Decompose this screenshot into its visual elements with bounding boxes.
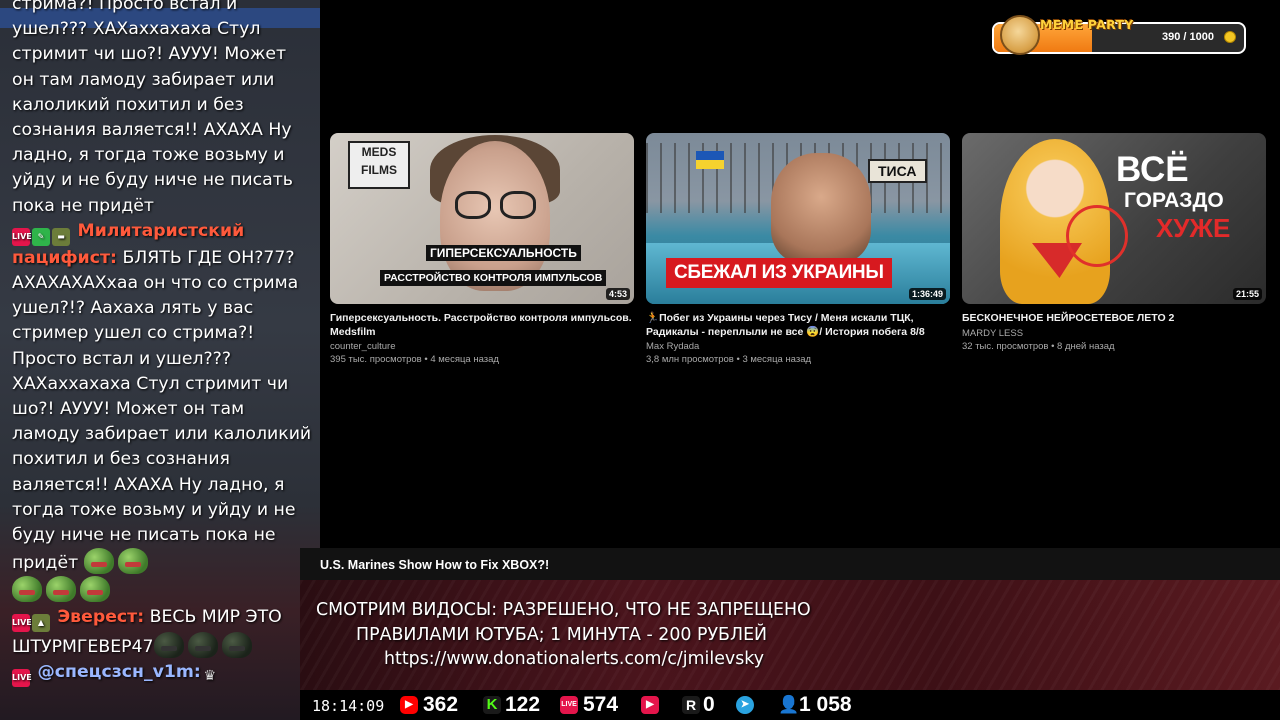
now-playing-title[interactable]: U.S. Marines Show How to Fix XBOX?! bbox=[320, 558, 549, 572]
thumb-caption: ХУЖЕ bbox=[1156, 213, 1231, 243]
helmet-badge-icon: ▲ bbox=[32, 613, 50, 632]
thumb-caption: ГОРАЗДО bbox=[1124, 189, 1224, 212]
video-card[interactable]: ТИСА СБЕЖАЛ ИЗ УКРАИНЫ 1:36:49 🏃Побег из… bbox=[646, 133, 950, 365]
tank-badge-icon: ▬ bbox=[52, 227, 70, 246]
ukraine-flag-icon bbox=[696, 151, 724, 169]
video-duration: 1:36:49 bbox=[908, 288, 946, 300]
meme-party-value: 390 / 1000 bbox=[1162, 31, 1214, 43]
dark-pepe-emote-icon bbox=[187, 631, 218, 658]
chat-message: стрима?! Просто встал и ушел??? ХАХаххах… bbox=[12, 0, 312, 219]
viewers-icon: 👤 bbox=[778, 695, 800, 714]
video-title[interactable]: 🏃Побег из Украины через Тису / Меня иска… bbox=[646, 312, 950, 339]
thumb-art bbox=[440, 141, 550, 291]
thumb-caption: ТИСА bbox=[868, 159, 927, 183]
video-thumbnail[interactable]: ВСЁ ГОРАЗДО ХУЖЕ 21:55 bbox=[962, 133, 1266, 304]
kick-viewers: 122 bbox=[505, 693, 541, 716]
video-meta: 3,8 млн просмотров • 3 месяца назад bbox=[646, 354, 812, 365]
vk-live-icon: LIVE bbox=[560, 696, 578, 714]
live-badge-icon: LIVE bbox=[12, 227, 32, 246]
donation-link[interactable]: https://www.donationalerts.com/c/jmilevs… bbox=[384, 649, 764, 669]
thumb-caption: СБЕЖАЛ ИЗ УКРАИНЫ bbox=[666, 258, 892, 288]
meme-party-title: MEME PARTY bbox=[1040, 17, 1134, 32]
dark-pepe-emote-icon bbox=[221, 631, 252, 658]
live-badge-icon: LIVE bbox=[12, 613, 32, 632]
chat-messages: стрима?! Просто встал и ушел??? ХАХаххах… bbox=[12, 0, 312, 687]
video-meta: 395 тыс. просмотров • 4 месяца назад bbox=[330, 354, 499, 365]
video-channel[interactable]: MARDY LESS bbox=[962, 328, 1266, 339]
video-title[interactable]: Гиперсексуальность. Расстройство контрол… bbox=[330, 312, 634, 339]
vk-viewers: 574 bbox=[583, 693, 619, 716]
medsfilms-logo: MEDS FILMS bbox=[348, 141, 410, 189]
rutube-play-icon: ▶ bbox=[641, 696, 659, 714]
video-card[interactable]: MEDS FILMS ГИПЕРСЕКСУАЛЬНОСТЬ РАССТРОЙСТ… bbox=[330, 133, 634, 365]
pepe-emote-icon bbox=[117, 548, 148, 575]
video-duration: 21:55 bbox=[1232, 288, 1262, 300]
crown-badge-icon: ♛ bbox=[203, 667, 217, 684]
thumb-art bbox=[500, 191, 536, 219]
pepe-emote-icon bbox=[80, 576, 110, 603]
pepe-emote-icon bbox=[12, 576, 42, 603]
pen-badge-icon: ✎ bbox=[32, 227, 50, 246]
video-meta: 32 тыс. просмотров • 8 дней назад bbox=[962, 340, 1115, 352]
pepe-emote-icon bbox=[46, 576, 76, 603]
video-card[interactable]: ВСЁ ГОРАЗДО ХУЖЕ 21:55 БЕСКОНЕЧНОЕ НЕЙРО… bbox=[962, 133, 1266, 352]
rules-line: ПРАВИЛАМИ ЮТУБА; 1 МИНУТА - 200 РУБЛЕЙ bbox=[356, 625, 768, 645]
thumb-art bbox=[1066, 205, 1128, 267]
video-thumbnail[interactable]: MEDS FILMS ГИПЕРСЕКСУАЛЬНОСТЬ РАССТРОЙСТ… bbox=[330, 133, 634, 304]
thumb-art bbox=[771, 153, 871, 263]
video-duration: 4:53 bbox=[605, 288, 630, 300]
chat-message-text: стрима?! Просто встал и ушел??? ХАХаххах… bbox=[12, 0, 293, 216]
thumb-caption: РАССТРОЙСТВО КОНТРОЛЯ ИМПУЛЬСОВ bbox=[380, 270, 607, 286]
youtube-viewers: 362 bbox=[423, 693, 459, 716]
pepe-emote-icon bbox=[83, 548, 114, 575]
thumb-caption: ВСЁ bbox=[1116, 150, 1189, 189]
doge-icon bbox=[1000, 15, 1040, 55]
kick-icon: K bbox=[483, 696, 501, 714]
rutube-viewers: 0 bbox=[703, 693, 715, 716]
live-badge-icon: LIVE bbox=[12, 668, 32, 687]
thumb-art bbox=[455, 191, 491, 219]
total-viewers: 1 058 bbox=[799, 693, 852, 716]
rutube-icon: R bbox=[682, 696, 700, 714]
chat-panel: стрима?! Просто встал и ушел??? ХАХаххах… bbox=[0, 0, 320, 720]
youtube-icon: ▶ bbox=[400, 696, 418, 714]
video-channel[interactable]: Max Rydada bbox=[646, 341, 950, 352]
thumb-caption: ГИПЕРСЕКСУАЛЬНОСТЬ bbox=[426, 245, 581, 261]
chat-username[interactable]: @спецсзсн_v1m: bbox=[38, 662, 201, 682]
chat-message: LIVE ▲ Эверест: ВЕСЬ МИР ЭТО ШТУРМГЕВЕР47 bbox=[12, 605, 312, 660]
video-channel[interactable]: counter_culture bbox=[330, 341, 634, 352]
stream-clock: 18:14:09 bbox=[312, 697, 385, 715]
video-thumbnail[interactable]: ТИСА СБЕЖАЛ ИЗ УКРАИНЫ 1:36:49 bbox=[646, 133, 950, 304]
coin-icon bbox=[1224, 31, 1236, 43]
chat-message: LIVE @спецсзсн_v1m: ♛ bbox=[12, 660, 312, 687]
dark-pepe-emote-icon bbox=[153, 631, 184, 658]
telegram-icon: ➤ bbox=[736, 696, 754, 714]
chat-message: LIVE ✎ ▬ Милитаристский пацифист: БЛЯТЬ ГД… bbox=[12, 219, 312, 605]
chat-username[interactable]: Эверест: bbox=[58, 607, 145, 627]
chat-message-text: БЛЯТЬ ГДЕ ОН?77? АХАХАХАХхаа он что со с… bbox=[12, 247, 312, 574]
video-title[interactable]: БЕСКОНЕЧНОЕ НЕЙРОСЕТЕВОЕ ЛЕТО 2 bbox=[962, 312, 1266, 326]
rules-line: СМОТРИМ ВИДОСЫ: РАЗРЕШЕНО, ЧТО НЕ ЗАПРЕЩ… bbox=[316, 600, 811, 620]
